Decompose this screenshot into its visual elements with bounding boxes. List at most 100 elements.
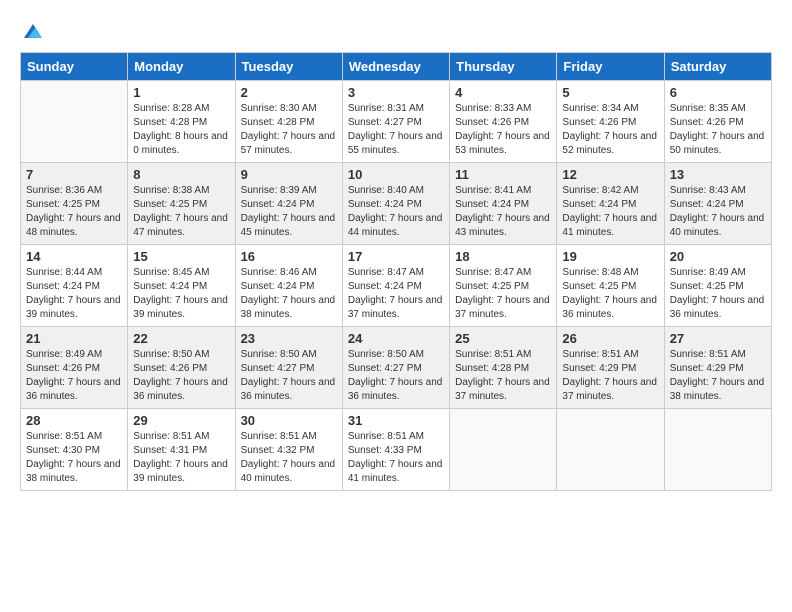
logo-icon [22,20,44,42]
day-detail: Sunrise: 8:49 AMSunset: 4:25 PMDaylight:… [670,266,766,322]
day-detail: Sunrise: 8:33 AMSunset: 4:26 PMDaylight:… [455,102,551,158]
calendar-cell: 26 Sunrise: 8:51 AMSunset: 4:29 PMDayligh… [557,327,664,409]
calendar-cell: 4 Sunrise: 8:33 AMSunset: 4:26 PMDaylight… [450,81,557,163]
calendar-cell [664,409,771,491]
page-header [20,20,772,42]
day-number: 12 [562,167,658,182]
calendar-cell: 22 Sunrise: 8:50 AMSunset: 4:26 PMDayligh… [128,327,235,409]
day-detail: Sunrise: 8:40 AMSunset: 4:24 PMDaylight:… [348,184,444,240]
calendar-cell: 9 Sunrise: 8:39 AMSunset: 4:24 PMDaylight… [235,163,342,245]
calendar-cell: 7 Sunrise: 8:36 AMSunset: 4:25 PMDaylight… [21,163,128,245]
day-detail: Sunrise: 8:51 AMSunset: 4:29 PMDaylight:… [562,348,658,404]
calendar-cell: 31Sunrise: 8:51 AMSunset: 4:33 PMDayligh… [342,409,449,491]
calendar-cell: 10Sunrise: 8:40 AMSunset: 4:24 PMDayligh… [342,163,449,245]
calendar-cell: 20 Sunrise: 8:49 AMSunset: 4:25 PMDayligh… [664,245,771,327]
day-detail: Sunrise: 8:44 AMSunset: 4:24 PMDaylight:… [26,266,122,322]
day-detail: Sunrise: 8:43 AMSunset: 4:24 PMDaylight:… [670,184,766,240]
day-detail: Sunrise: 8:46 AMSunset: 4:24 PMDaylight:… [241,266,337,322]
day-detail: Sunrise: 8:39 AMSunset: 4:24 PMDaylight:… [241,184,337,240]
day-detail: Sunrise: 8:48 AMSunset: 4:25 PMDaylight:… [562,266,658,322]
day-detail: Sunrise: 8:31 AMSunset: 4:27 PMDaylight:… [348,102,444,158]
day-detail: Sunrise: 8:51 AMSunset: 4:32 PMDaylight:… [241,430,337,486]
day-detail: Sunrise: 8:41 AMSunset: 4:24 PMDaylight:… [455,184,551,240]
day-detail: Sunrise: 8:38 AMSunset: 4:25 PMDaylight:… [133,184,229,240]
calendar-cell: 25Sunrise: 8:51 AMSunset: 4:28 PMDayligh… [450,327,557,409]
calendar-cell: 18 Sunrise: 8:47 AMSunset: 4:25 PMDayligh… [450,245,557,327]
calendar-cell: 8 Sunrise: 8:38 AMSunset: 4:25 PMDaylight… [128,163,235,245]
day-detail: Sunrise: 8:51 AMSunset: 4:31 PMDaylight:… [133,430,229,486]
calendar-week-row: 7 Sunrise: 8:36 AMSunset: 4:25 PMDaylight… [21,163,772,245]
weekday-header-tuesday: Tuesday [235,53,342,81]
day-number: 20 [670,249,766,264]
day-detail: Sunrise: 8:50 AMSunset: 4:27 PMDaylight:… [241,348,337,404]
day-number: 2 [241,85,337,100]
weekday-header-thursday: Thursday [450,53,557,81]
calendar-cell: 28 Sunrise: 8:51 AMSunset: 4:30 PMDayligh… [21,409,128,491]
day-detail: Sunrise: 8:50 AMSunset: 4:27 PMDaylight:… [348,348,444,404]
day-detail: Sunrise: 8:42 AMSunset: 4:24 PMDaylight:… [562,184,658,240]
day-number: 8 [133,167,229,182]
day-number: 18 [455,249,551,264]
day-detail: Sunrise: 8:50 AMSunset: 4:26 PMDaylight:… [133,348,229,404]
day-number: 14 [26,249,122,264]
calendar-cell: 17 Sunrise: 8:47 AMSunset: 4:24 PMDayligh… [342,245,449,327]
day-number: 24 [348,331,444,346]
day-detail: Sunrise: 8:51 AMSunset: 4:28 PMDaylight:… [455,348,551,404]
calendar-cell: 24 Sunrise: 8:50 AMSunset: 4:27 PMDayligh… [342,327,449,409]
calendar-cell: 21 Sunrise: 8:49 AMSunset: 4:26 PMDayligh… [21,327,128,409]
day-number: 5 [562,85,658,100]
day-number: 13 [670,167,766,182]
day-detail: Sunrise: 8:45 AMSunset: 4:24 PMDaylight:… [133,266,229,322]
weekday-header-wednesday: Wednesday [342,53,449,81]
calendar-cell: 6 Sunrise: 8:35 AMSunset: 4:26 PMDaylight… [664,81,771,163]
weekday-header-sunday: Sunday [21,53,128,81]
logo [20,20,44,42]
day-number: 29 [133,413,229,428]
day-detail: Sunrise: 8:49 AMSunset: 4:26 PMDaylight:… [26,348,122,404]
calendar-cell: 1Sunrise: 8:28 AMSunset: 4:28 PMDaylight… [128,81,235,163]
weekday-header-saturday: Saturday [664,53,771,81]
day-detail: Sunrise: 8:34 AMSunset: 4:26 PMDaylight:… [562,102,658,158]
day-number: 3 [348,85,444,100]
day-detail: Sunrise: 8:30 AMSunset: 4:28 PMDaylight:… [241,102,337,158]
weekday-header-row: SundayMondayTuesdayWednesdayThursdayFrid… [21,53,772,81]
day-detail: Sunrise: 8:36 AMSunset: 4:25 PMDaylight:… [26,184,122,240]
calendar-cell: 23Sunrise: 8:50 AMSunset: 4:27 PMDayligh… [235,327,342,409]
calendar-cell: 29 Sunrise: 8:51 AMSunset: 4:31 PMDayligh… [128,409,235,491]
day-number: 15 [133,249,229,264]
calendar-cell: 11Sunrise: 8:41 AMSunset: 4:24 PMDayligh… [450,163,557,245]
calendar-cell [450,409,557,491]
day-detail: Sunrise: 8:47 AMSunset: 4:24 PMDaylight:… [348,266,444,322]
day-number: 6 [670,85,766,100]
day-number: 9 [241,167,337,182]
day-number: 22 [133,331,229,346]
day-number: 7 [26,167,122,182]
calendar-week-row: 14 Sunrise: 8:44 AMSunset: 4:24 PMDayligh… [21,245,772,327]
day-detail: Sunrise: 8:51 AMSunset: 4:33 PMDaylight:… [348,430,444,486]
day-number: 17 [348,249,444,264]
day-detail: Sunrise: 8:51 AMSunset: 4:29 PMDaylight:… [670,348,766,404]
calendar-cell: 3 Sunrise: 8:31 AMSunset: 4:27 PMDaylight… [342,81,449,163]
calendar-cell: 12 Sunrise: 8:42 AMSunset: 4:24 PMDayligh… [557,163,664,245]
day-number: 26 [562,331,658,346]
calendar-table: SundayMondayTuesdayWednesdayThursdayFrid… [20,52,772,491]
day-detail: Sunrise: 8:51 AMSunset: 4:30 PMDaylight:… [26,430,122,486]
day-number: 4 [455,85,551,100]
calendar-cell: 16 Sunrise: 8:46 AMSunset: 4:24 PMDayligh… [235,245,342,327]
calendar-week-row: 28 Sunrise: 8:51 AMSunset: 4:30 PMDayligh… [21,409,772,491]
calendar-cell: 5 Sunrise: 8:34 AMSunset: 4:26 PMDaylight… [557,81,664,163]
calendar-cell: 13 Sunrise: 8:43 AMSunset: 4:24 PMDayligh… [664,163,771,245]
day-number: 28 [26,413,122,428]
calendar-cell: 30Sunrise: 8:51 AMSunset: 4:32 PMDayligh… [235,409,342,491]
calendar-week-row: 21 Sunrise: 8:49 AMSunset: 4:26 PMDayligh… [21,327,772,409]
calendar-week-row: 1Sunrise: 8:28 AMSunset: 4:28 PMDaylight… [21,81,772,163]
day-detail: Sunrise: 8:47 AMSunset: 4:25 PMDaylight:… [455,266,551,322]
calendar-cell: 27 Sunrise: 8:51 AMSunset: 4:29 PMDayligh… [664,327,771,409]
day-detail: Sunrise: 8:35 AMSunset: 4:26 PMDaylight:… [670,102,766,158]
calendar-cell: 14 Sunrise: 8:44 AMSunset: 4:24 PMDayligh… [21,245,128,327]
weekday-header-monday: Monday [128,53,235,81]
day-number: 16 [241,249,337,264]
day-number: 27 [670,331,766,346]
weekday-header-friday: Friday [557,53,664,81]
day-number: 21 [26,331,122,346]
